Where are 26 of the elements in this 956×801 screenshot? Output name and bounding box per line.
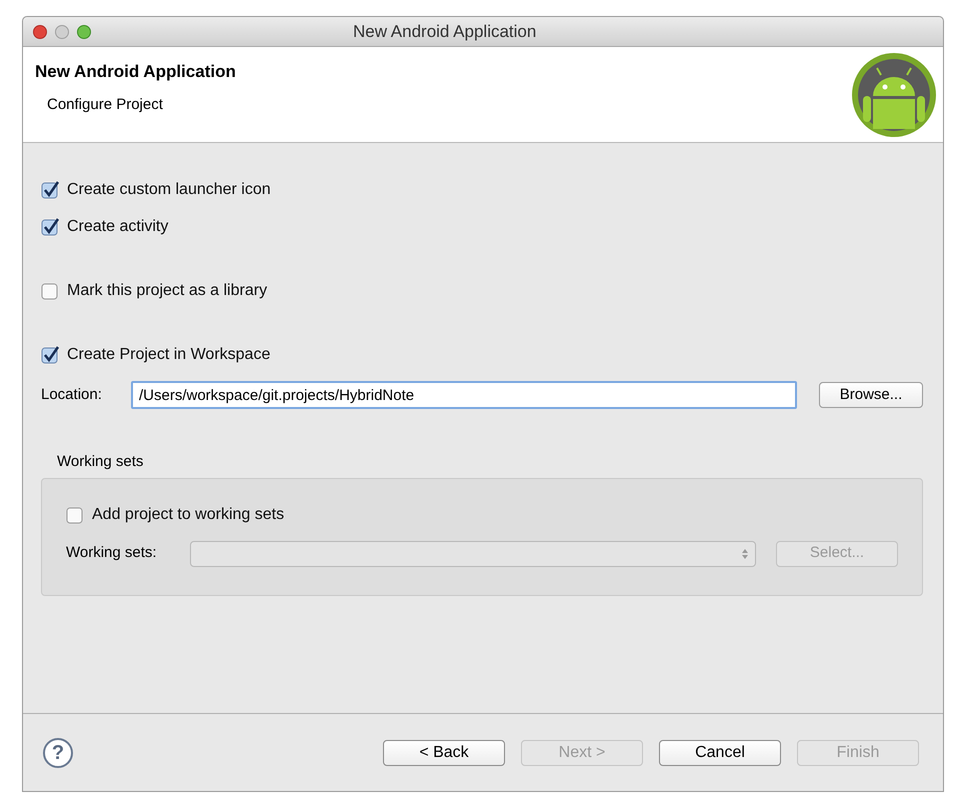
checkbox[interactable] (41, 218, 59, 236)
checkbox[interactable] (41, 181, 59, 199)
checkbox-label: Create custom launcher icon (67, 180, 271, 200)
checkbox-label: Add project to working sets (92, 504, 284, 524)
checkbox-label: Mark this project as a library (67, 281, 268, 301)
dialog-button[interactable]: Cancel (659, 740, 781, 766)
minimize-icon[interactable] (55, 24, 69, 38)
window-title: New Android Application (353, 20, 536, 43)
stepper-arrows-icon (741, 548, 749, 560)
android-logo-icon (851, 52, 937, 138)
dialog-button[interactable]: < Back (383, 740, 505, 766)
page-subtitle: Configure Project (47, 94, 164, 114)
zoom-icon[interactable] (77, 24, 91, 38)
help-button[interactable]: ? (43, 738, 73, 768)
location-label: Location: (41, 384, 103, 405)
location-field[interactable]: /Users/workspace/git.projects/HybridNote (131, 381, 797, 409)
working-sets-label: Working sets: (66, 543, 158, 564)
group-title: Working sets (57, 452, 144, 472)
close-icon[interactable] (33, 24, 47, 38)
page-title: New Android Application (35, 61, 236, 83)
browse-button[interactable]: Browse... (819, 382, 923, 408)
checkbox[interactable] (41, 282, 59, 300)
checkbox[interactable] (41, 346, 59, 364)
checkbox-label: Create activity (67, 217, 168, 237)
checkbox-label: Create Project in Workspace (67, 345, 270, 365)
checkbox[interactable] (66, 506, 84, 524)
